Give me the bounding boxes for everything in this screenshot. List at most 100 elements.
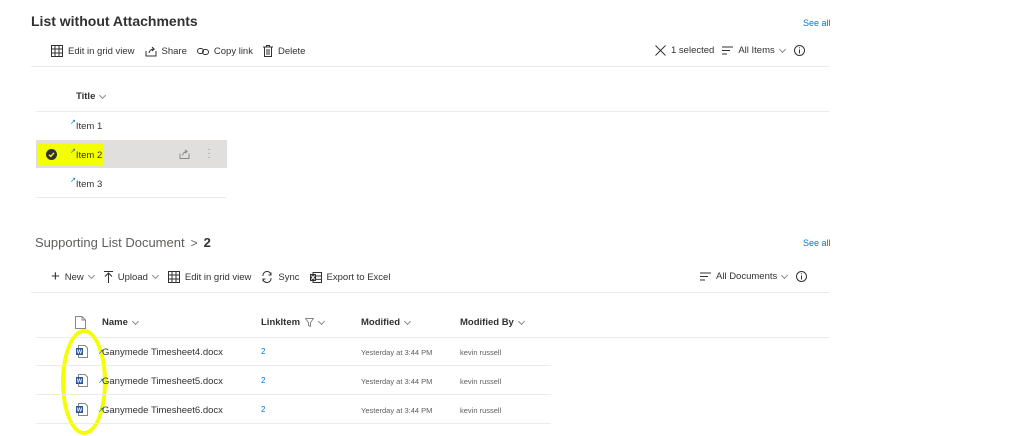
column-modified-by-label: Modified By <box>460 317 514 328</box>
chevron-down-icon <box>517 317 525 325</box>
library-view-bar: All Documents <box>700 271 817 282</box>
close-icon <box>655 45 666 56</box>
new-item-icon: ↗ <box>70 177 76 184</box>
export-excel-button[interactable]: Export to Excel <box>309 271 391 283</box>
info-button[interactable] <box>793 45 805 56</box>
toolbar-divider <box>31 66 829 67</box>
linkitem-value[interactable]: 2 <box>261 376 265 385</box>
delete-label: Delete <box>277 45 306 57</box>
upload-button[interactable]: Upload <box>103 271 159 283</box>
share-button[interactable]: Share <box>145 46 187 57</box>
delete-button[interactable]: Delete <box>262 45 306 57</box>
word-doc-icon: W <box>76 345 88 358</box>
edit-grid-button[interactable]: Edit in grid view <box>167 271 252 283</box>
sync-label: Sync <box>278 271 300 283</box>
see-all-link[interactable]: See all <box>803 18 831 28</box>
modified-date: Yesterday at 3:44 PM <box>361 348 433 357</box>
linkitem-value[interactable]: 2 <box>261 405 265 414</box>
word-doc-icon: W <box>76 403 88 416</box>
column-name-label: Name <box>102 317 128 328</box>
sync-button[interactable]: Sync <box>261 271 300 283</box>
clear-selection-button[interactable]: 1 selected <box>655 45 714 56</box>
column-header-modified[interactable]: Modified <box>361 317 412 328</box>
item-title: Item 1 <box>75 120 103 132</box>
link-icon <box>196 47 209 55</box>
share-icon <box>145 46 157 56</box>
export-label: Export to Excel <box>326 271 391 283</box>
chevron-down-icon <box>87 271 95 280</box>
svg-text:W: W <box>77 379 83 385</box>
chevron-down-icon <box>99 91 107 99</box>
list-command-bar: Edit in grid view Share Copy link Delete <box>51 45 315 57</box>
list-item[interactable]: ↗ Item 3 <box>70 177 102 191</box>
linkitem-value[interactable]: 2 <box>261 347 265 356</box>
grid-icon <box>51 45 63 57</box>
new-label: New <box>64 271 84 283</box>
more-options-icon[interactable]: · · · <box>207 145 211 163</box>
filter-icon <box>305 318 315 327</box>
column-modified-label: Modified <box>361 317 401 328</box>
svg-text:W: W <box>77 350 83 356</box>
breadcrumb-parent[interactable]: Supporting List Document <box>35 235 185 250</box>
column-title-label: Title <box>76 91 96 102</box>
table-row[interactable]: W ↗ Ganymede Timesheet4.docx 2 Yesterday… <box>36 337 551 366</box>
edit-grid-label: Edit in grid view <box>184 271 252 283</box>
list-title[interactable]: List without Attachments <box>31 13 198 29</box>
file-name[interactable]: Ganymede Timesheet6.docx <box>102 405 223 416</box>
info-button[interactable] <box>796 271 808 282</box>
check-circle-icon[interactable] <box>46 149 57 160</box>
modified-by[interactable]: kevin russell <box>460 406 501 415</box>
item-title: Item 2 <box>75 149 103 161</box>
plus-icon: + <box>51 268 60 285</box>
upload-icon <box>103 271 113 283</box>
toolbar-divider <box>31 292 829 293</box>
table-row[interactable]: W ↗ Ganymede Timesheet5.docx 2 Yesterday… <box>36 366 551 395</box>
copy-link-label: Copy link <box>213 45 253 57</box>
document-table: W ↗ Ganymede Timesheet4.docx 2 Yesterday… <box>36 337 551 424</box>
copy-link-button[interactable]: Copy link <box>196 45 253 57</box>
new-item-icon: ↗ <box>70 148 76 155</box>
column-header-name[interactable]: Name <box>102 317 139 328</box>
new-item-icon: ↗ <box>70 119 76 126</box>
sync-icon <box>262 271 272 283</box>
library-command-bar: + New Upload Edit in grid view Sync Expo… <box>51 268 400 285</box>
file-type-icon[interactable] <box>75 316 86 329</box>
row-divider <box>36 423 551 424</box>
list-item[interactable]: ↗ Item 2 <box>70 148 102 162</box>
share-label: Share <box>161 45 187 57</box>
new-button[interactable]: + New <box>51 268 95 285</box>
selected-count: 1 selected <box>671 45 715 56</box>
chevron-down-icon <box>318 317 326 325</box>
chevron-down-icon <box>404 317 412 325</box>
view-label: All Documents <box>716 271 778 282</box>
column-header-modified-by[interactable]: Modified By <box>460 317 525 328</box>
chevron-down-icon <box>131 317 139 325</box>
share-icon[interactable] <box>179 149 190 159</box>
view-label: All Items <box>738 45 775 56</box>
header-divider <box>36 111 829 112</box>
edit-grid-label: Edit in grid view <box>68 45 135 57</box>
file-name[interactable]: Ganymede Timesheet4.docx <box>102 347 223 358</box>
filter-lines-icon <box>722 46 734 55</box>
modified-date: Yesterday at 3:44 PM <box>361 377 433 386</box>
chevron-down-icon <box>151 271 159 280</box>
upload-label: Upload <box>117 271 148 283</box>
see-all-link[interactable]: See all <box>803 238 831 248</box>
edit-grid-button[interactable]: Edit in grid view <box>51 45 135 57</box>
svg-text:W: W <box>77 408 83 414</box>
list-item[interactable]: ↗ Item 1 <box>70 119 102 133</box>
info-icon <box>796 271 808 282</box>
column-header-title[interactable]: Title <box>76 91 107 102</box>
excel-icon <box>309 271 322 283</box>
modified-by[interactable]: kevin russell <box>460 348 501 357</box>
trash-icon <box>262 45 273 57</box>
row-divider <box>36 197 226 198</box>
breadcrumb-current: 2 <box>203 235 211 250</box>
view-switcher[interactable]: All Documents <box>700 271 789 282</box>
view-switcher[interactable]: All Items <box>722 45 786 56</box>
column-linkitem-label: LinkItem <box>261 317 301 328</box>
modified-by[interactable]: kevin russell <box>460 377 501 386</box>
file-name[interactable]: Ganymede Timesheet5.docx <box>102 376 223 387</box>
table-row[interactable]: W ↗ Ganymede Timesheet6.docx 2 Yesterday… <box>36 395 551 424</box>
column-header-linkitem[interactable]: LinkItem <box>261 317 326 328</box>
